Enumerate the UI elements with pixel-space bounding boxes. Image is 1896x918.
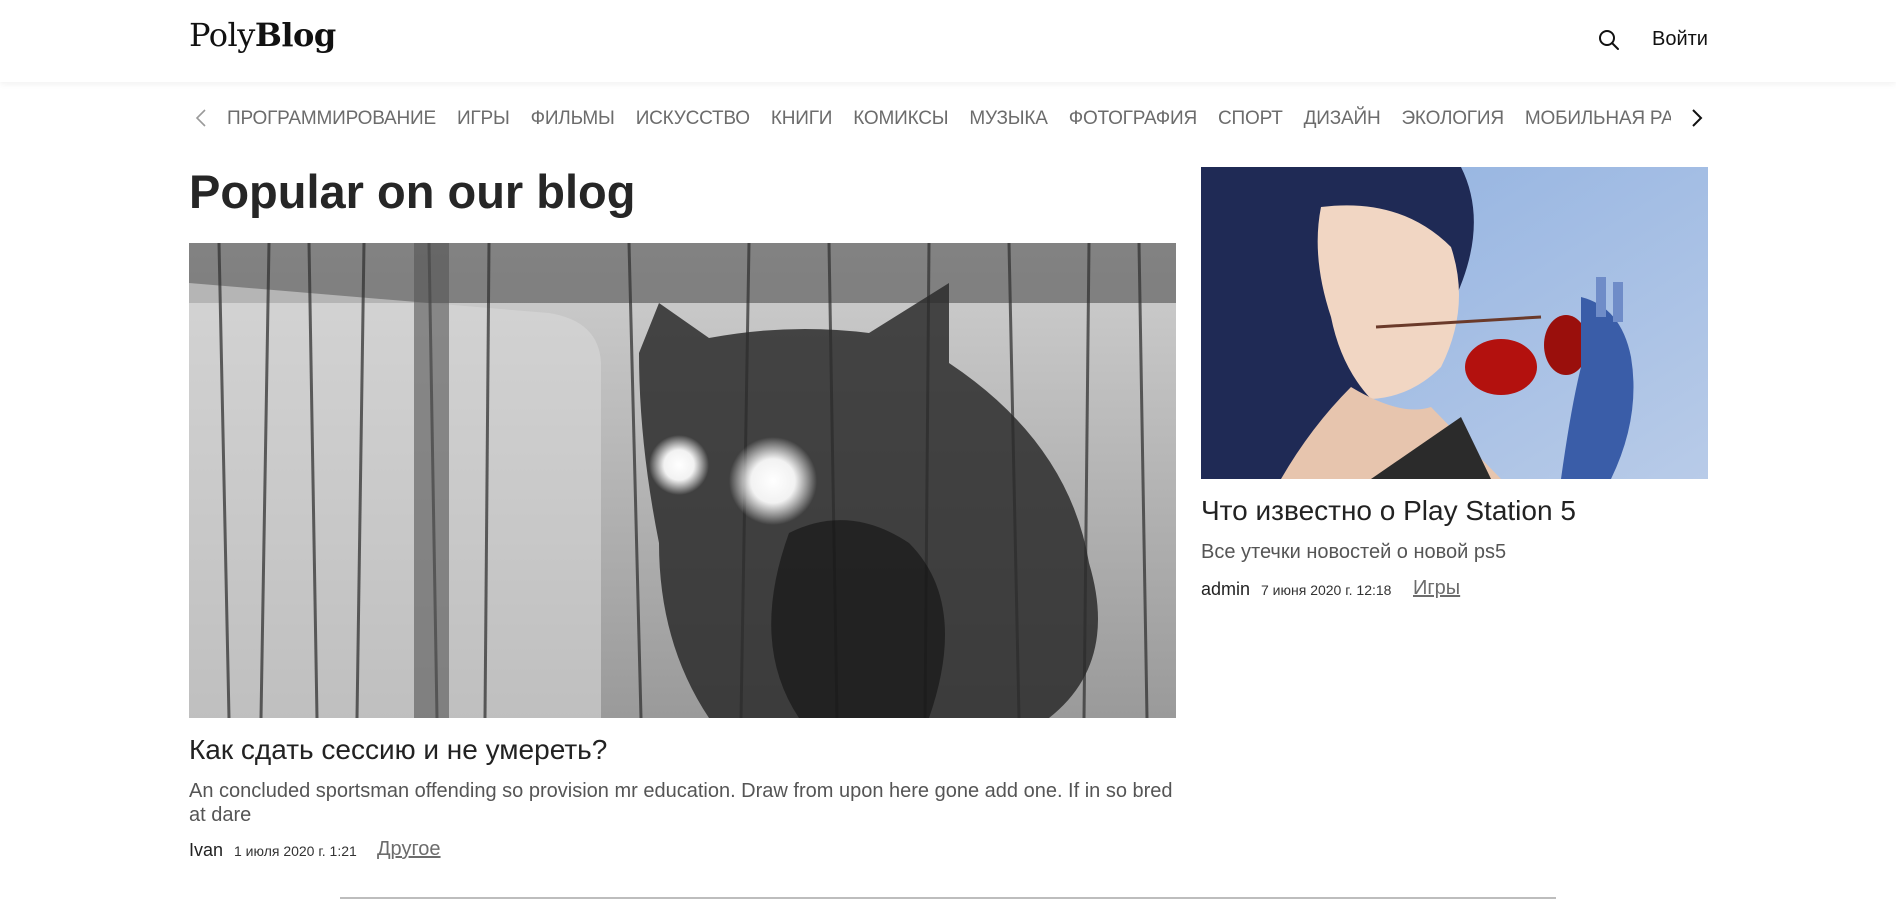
post-title-main[interactable]: Как сдать сессию и не умереть? [189,734,607,766]
post-author-main: Ivan [189,840,224,860]
post-excerpt-side: Все утечки новостей о новой ps5 [1201,541,1507,563]
category-item[interactable]: ИСКУССТВО [636,104,750,134]
section-divider [340,897,1556,899]
site-header: PolyBlog Войти [0,0,1896,82]
post-image-main[interactable] [189,243,1176,718]
category-item[interactable]: СПОРТ [1218,104,1283,134]
post-excerpt-main: An concluded sportsman offending so prov… [189,780,1173,826]
page-title: Popular on our blog [189,165,636,218]
category-item[interactable]: ИГРЫ [457,104,510,134]
chevron-left-icon[interactable] [193,107,209,129]
post-category-main[interactable]: Другое [377,838,441,861]
category-item[interactable]: ПРОГРАММИРОВАНИЕ [227,104,436,134]
post-image-side[interactable] [1201,167,1708,479]
category-list: ПРОГРАММИРОВАНИЕ ИГРЫ ФИЛЬМЫ ИСКУССТВО КНИГИ… [227,104,1671,134]
logo-bold-text: Blog [254,16,336,54]
category-item[interactable]: КОМИКСЫ [853,104,948,134]
category-item[interactable]: ФИЛЬМЫ [531,104,615,134]
post-date-main: 1 июля 2020 г. 1:21 [234,843,357,859]
category-item[interactable]: ЭКОЛОГИЯ [1401,104,1504,134]
post-date-side: 7 июня 2020 г. 12:18 [1261,582,1392,598]
category-item[interactable]: ФОТОГРАФИЯ [1069,104,1198,134]
category-item[interactable]: ДИЗАЙН [1304,104,1381,134]
post-title-side[interactable]: Что известно о Play Station 5 [1201,495,1576,527]
category-nav: ПРОГРАММИРОВАНИЕ ИГРЫ ФИЛЬМЫ ИСКУССТВО КНИГИ… [189,104,1709,134]
category-item[interactable]: КНИГИ [771,104,833,134]
search-icon[interactable] [1596,27,1622,53]
login-link[interactable]: Войти [1652,28,1708,51]
logo-light-text: Poly [189,16,255,54]
chevron-right-icon[interactable] [1689,107,1705,129]
post-author-side: admin [1201,579,1251,599]
post-category-side[interactable]: Игры [1413,577,1460,600]
site-logo[interactable]: PolyBlog [189,16,336,54]
category-item[interactable]: МУЗЫКА [969,104,1048,134]
category-item[interactable]: МОБИЛЬНАЯ РАЗРА [1525,104,1671,134]
